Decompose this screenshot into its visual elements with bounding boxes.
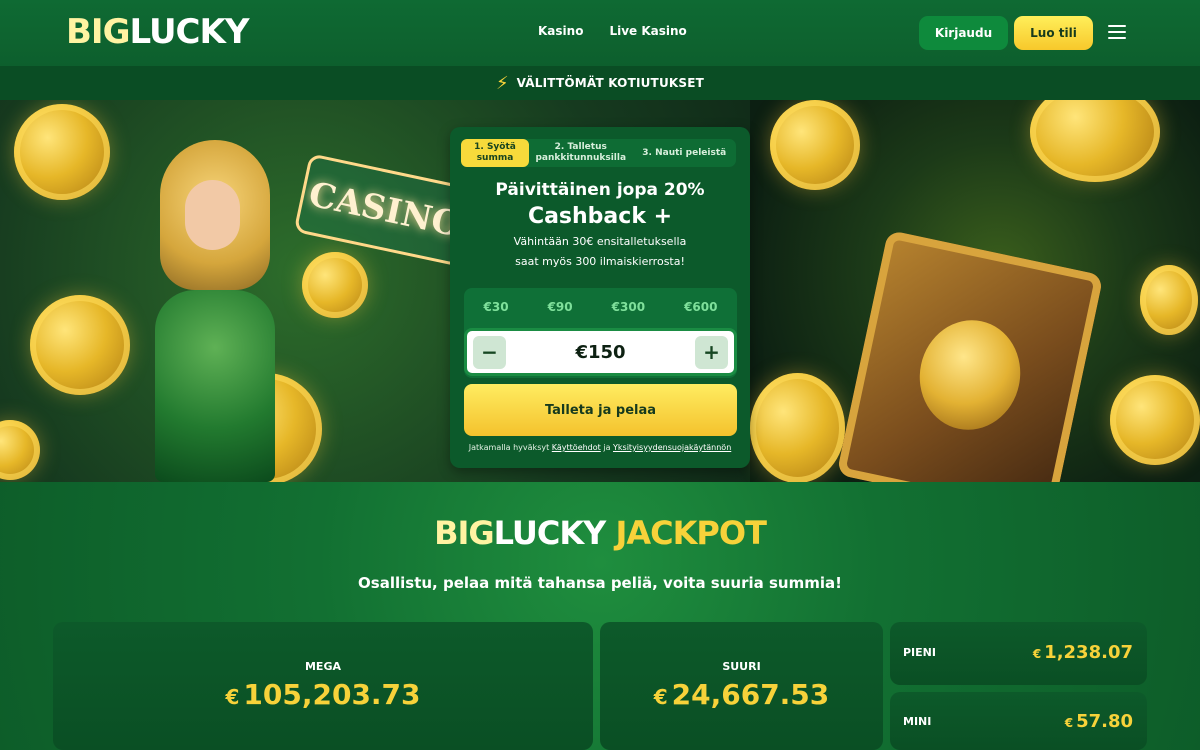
amount-stepper: − €150 + <box>464 328 737 376</box>
jackpot-card-pieni: PIENI €1,238.07 <box>890 622 1147 685</box>
preset-amount-300[interactable]: €300 <box>612 300 645 314</box>
deposit-steps: 1. Syötä summa 2. Talletus pankkitunnuks… <box>461 139 736 167</box>
jackpot-mini-label: MINI <box>903 715 932 728</box>
biglucky-logo[interactable]: BIG LUCKY <box>66 12 249 52</box>
coin-icon <box>1140 265 1198 335</box>
terms-text: Jatkamalla hyväksyt Käyttöehdot ja Yksit… <box>450 443 750 452</box>
coin-icon <box>0 420 40 480</box>
currency-symbol: € <box>1032 647 1042 661</box>
nav-live-kasino[interactable]: Live Kasino <box>609 24 686 38</box>
minus-icon[interactable]: − <box>473 335 506 369</box>
logo-big-text: BIG <box>66 12 130 52</box>
privacy-link[interactable]: Yksityisyydensuojakäytännön <box>613 443 731 452</box>
offer-subtitle-line2: saat myös 300 ilmaiskierrosta! <box>515 255 685 268</box>
jackpot-pieni-value: €1,238.07 <box>1033 642 1133 663</box>
login-button[interactable]: Kirjaudu <box>919 16 1008 50</box>
main-nav: Kasino Live Kasino <box>538 24 687 38</box>
coin-icon <box>770 100 860 190</box>
offer-subtitle-line1: Vähintään 30€ ensitalletuksella <box>513 235 687 248</box>
terms-link[interactable]: Käyttöehdot <box>552 443 601 452</box>
jackpot-card-mini: MINI €57.80 <box>890 692 1147 750</box>
jackpot-suuri-label: SUURI <box>722 660 761 673</box>
promo-strip: ⚡ VÄLITTÖMÄT KOTIUTUKSET <box>0 66 1200 100</box>
step-3: 3. Nauti peleistä <box>642 147 727 158</box>
jackpot-mega-amount: 105,203.73 <box>243 678 421 711</box>
jackpot-pieni-amount: 1,238.07 <box>1044 642 1133 663</box>
jackpot-section: BIGLUCKY JACKPOT Osallistu, pelaa mitä t… <box>0 482 1200 750</box>
jackpot-suuri-amount: 24,667.53 <box>671 678 830 711</box>
jackpot-card-mega: MEGA €105,203.73 <box>53 622 593 750</box>
jackpot-mini-amount: 57.80 <box>1076 711 1133 732</box>
offer-title-line1: Päivittäinen jopa 20% <box>495 180 705 200</box>
jackpot-logo-big: BIG <box>434 514 495 552</box>
preset-amount-90[interactable]: €90 <box>548 300 573 314</box>
amount-selector: €30 €90 €300 €600 − €150 + <box>464 288 737 378</box>
promo-strip-text: VÄLITTÖMÄT KOTIUTUKSET <box>516 76 705 90</box>
jackpot-logo-lucky: LUCKY <box>493 514 607 552</box>
jackpot-logo-jackpot: JACKPOT <box>615 514 766 552</box>
casino-sign-text: CASINO <box>305 174 465 246</box>
woman-illustration <box>150 140 280 482</box>
register-button[interactable]: Luo tili <box>1014 16 1093 50</box>
jackpot-mega-value: €105,203.73 <box>53 678 593 711</box>
preset-amount-600[interactable]: €600 <box>684 300 717 314</box>
logo-lucky-text: LUCKY <box>129 12 249 52</box>
coin-icon <box>30 295 130 395</box>
jackpot-tagline: Osallistu, pelaa mitä tahansa peliä, voi… <box>358 574 842 592</box>
jackpot-logo: BIGLUCKY JACKPOT <box>0 514 1200 552</box>
jackpot-mini-value: €57.80 <box>1065 711 1133 732</box>
lightning-bolt-icon: ⚡ <box>495 72 509 94</box>
preset-amounts: €30 €90 €300 €600 <box>464 300 737 314</box>
jackpot-mega-label: MEGA <box>304 660 341 673</box>
coin-icon <box>14 104 110 200</box>
coin-icon <box>302 252 368 318</box>
jackpot-pieni-label: PIENI <box>903 646 936 659</box>
currency-symbol: € <box>653 685 668 709</box>
currency-symbol: € <box>225 685 240 709</box>
jackpot-card-suuri: SUURI €24,667.53 <box>600 622 883 750</box>
currency-symbol: € <box>1064 716 1074 730</box>
jackpot-suuri-value: €24,667.53 <box>600 678 883 711</box>
coin-icon <box>750 373 845 482</box>
hamburger-menu-icon[interactable] <box>1108 25 1126 39</box>
site-header: BIG LUCKY Kasino Live Kasino Kirjaudu Luo… <box>0 0 1200 66</box>
step-1: 1. Syötä summa <box>461 139 529 167</box>
coin-icon <box>1110 375 1200 465</box>
plus-icon[interactable]: + <box>694 335 728 369</box>
amount-input[interactable]: €150 <box>575 342 625 363</box>
terms-prefix: Jatkamalla hyväksyt <box>468 443 550 452</box>
terms-and: ja <box>603 443 611 452</box>
deposit-and-play-button[interactable]: Talleta ja pelaa <box>464 384 737 436</box>
offer-title-line2: Cashback + <box>527 204 673 229</box>
nav-kasino[interactable]: Kasino <box>538 24 583 38</box>
step-2: 2. Talletus pankkitunnuksilla <box>535 142 627 163</box>
preset-amount-30[interactable]: €30 <box>484 300 509 314</box>
deposit-card: 1. Syötä summa 2. Talletus pankkitunnuks… <box>450 127 750 468</box>
